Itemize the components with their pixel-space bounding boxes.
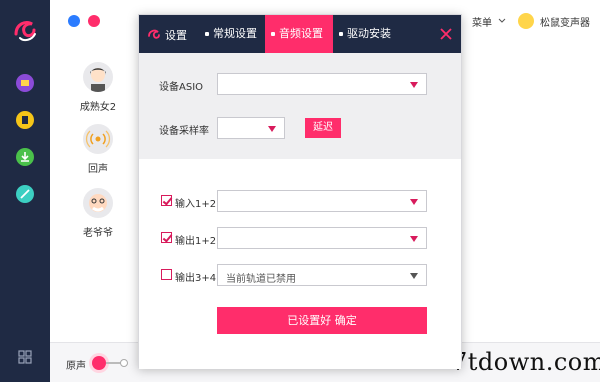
dialog-header: 设置 常规设置 音频设置 驱动安装 [139,15,461,53]
voice-preset-mature-female[interactable]: 成熟女2 [78,62,118,113]
app-logo-icon [148,29,160,39]
delay-button[interactable]: 延迟 [305,118,341,138]
app-logo-icon [14,20,36,42]
menu-button[interactable]: 菜单 [472,14,492,29]
asio-label: 设备ASIO [159,82,204,93]
pink-dot-button[interactable] [88,15,100,27]
sidebar-voice-button[interactable] [16,74,34,92]
output12-checkbox[interactable] [161,232,172,243]
blue-dot-button[interactable] [68,15,80,27]
settings-dialog: 设置 常规设置 音频设置 驱动安装 设备ASIO 设备采样率 延迟 输入1+2 … [138,14,462,369]
voice-preset-label: 老爷爷 [83,228,113,239]
voice-preset-label: 回声 [88,164,108,175]
document-icon [22,116,28,124]
user-avatar[interactable] [518,13,534,29]
female-avatar-icon [83,62,113,92]
device-section: 设备ASIO 设备采样率 延迟 [139,53,461,159]
sample-rate-label: 设备采样率 [159,126,209,137]
output34-select[interactable]: 当前轨道已禁用 [217,264,427,286]
dialog-title: 设置 [165,29,187,42]
dropdown-arrow-icon [410,236,418,242]
user-name: 松鼠变声器 [540,17,590,29]
toggle-end [120,359,128,367]
close-icon[interactable] [439,27,453,41]
tab-driver-install[interactable]: 驱动安装 [333,15,403,53]
left-sidebar [0,0,50,382]
sidebar-download-button[interactable] [16,148,34,166]
echo-icon [83,124,113,154]
confirm-button[interactable]: 已设置好 确定 [217,307,427,334]
output12-select[interactable] [217,227,427,249]
asio-select[interactable] [217,73,427,95]
output34-checkbox[interactable] [161,269,172,280]
output34-label: 输出3+4 [175,273,217,284]
folder-icon [21,80,29,86]
sample-rate-select[interactable] [217,117,285,139]
sidebar-file-button[interactable] [16,111,34,129]
old-man-avatar-icon [83,188,113,218]
sidebar-tools-button[interactable] [16,185,34,203]
voice-preset-echo[interactable]: 回声 [78,124,118,175]
grid-icon[interactable] [18,350,32,364]
top-right-bar: 菜单 松鼠变声器 [472,10,590,32]
input12-select[interactable] [217,190,427,212]
output12-label: 输出1+2 [175,236,217,247]
chevron-down-icon[interactable] [498,17,506,25]
original-voice-label: 原声 [66,361,86,372]
watermark: 7tdown.com [452,348,600,376]
wand-icon [20,189,30,199]
tab-audio-settings[interactable]: 音频设置 [265,15,333,53]
download-icon [21,152,29,162]
input12-checkbox[interactable] [161,195,172,206]
dropdown-arrow-icon [410,199,418,205]
voice-preset-label: 成熟女2 [79,102,117,113]
dropdown-arrow-icon [268,126,276,132]
dropdown-arrow-icon [410,82,418,88]
tab-general-settings[interactable]: 常规设置 [199,15,265,53]
input12-label: 输入1+2 [175,199,217,210]
channel-section: 输入1+2 输出1+2 输出3+4 当前轨道已禁用 已设置好 确定 [139,159,461,369]
dropdown-arrow-icon [410,273,418,279]
voice-preset-old-man[interactable]: 老爷爷 [78,188,118,239]
voice-toggle-knob[interactable] [92,356,106,370]
